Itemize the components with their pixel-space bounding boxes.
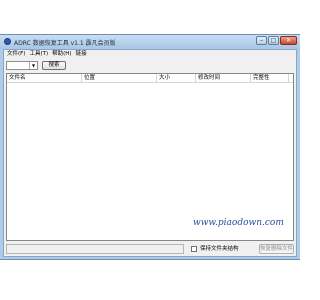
column-modified[interactable]: 修改时间 <box>196 74 251 82</box>
minimize-button[interactable]: – <box>256 36 267 45</box>
close-button[interactable]: ✕ <box>280 36 297 45</box>
app-window: ADRC 数据恢复工具 v1.1 霹凡会员版 – □ ✕ 文件(F) 工具(T)… <box>0 34 300 260</box>
menu-help[interactable]: 帮助(H) <box>52 50 71 59</box>
menu-tools[interactable]: 工具(T) <box>29 50 48 59</box>
column-location[interactable]: 位置 <box>82 74 157 82</box>
menu-links[interactable]: 链接 <box>76 50 87 59</box>
drive-select[interactable]: ▼ <box>6 61 38 70</box>
watermark-text: www.piaodown.com <box>193 218 284 228</box>
chevron-down-icon[interactable]: ▼ <box>29 62 37 69</box>
column-size[interactable]: 大小 <box>157 74 196 82</box>
file-list[interactable]: 文件名 位置 大小 修改时间 完整性 www.piaodown.com <box>6 73 294 241</box>
column-integrity[interactable]: 完整性 <box>251 74 289 82</box>
title-bar[interactable]: ADRC 数据恢复工具 v1.1 霹凡会员版 – □ ✕ <box>0 35 300 49</box>
bottom-bar: 保持文件夹结构 恢复删除文件 <box>4 243 296 256</box>
column-filename[interactable]: 文件名 <box>7 74 82 82</box>
app-logo-icon <box>4 38 11 45</box>
menu-file[interactable]: 文件(F) <box>7 50 25 59</box>
maximize-button[interactable]: □ <box>268 36 279 45</box>
keep-structure-label[interactable]: 保持文件夹结构 <box>200 245 239 253</box>
menu-bar: 文件(F) 工具(T) 帮助(H) 链接 <box>4 50 296 59</box>
status-field <box>6 244 184 254</box>
restore-button[interactable]: 恢复删除文件 <box>259 244 294 254</box>
search-button[interactable]: 搜索 <box>42 61 66 70</box>
window-title: ADRC 数据恢复工具 v1.1 霹凡会员版 <box>14 40 116 47</box>
file-list-header: 文件名 位置 大小 修改时间 完整性 <box>7 74 293 83</box>
toolbar: ▼ 搜索 <box>4 60 296 72</box>
client-area: 文件(F) 工具(T) 帮助(H) 链接 ▼ 搜索 文件名 位置 大小 修改时间… <box>3 49 297 257</box>
keep-structure-checkbox[interactable] <box>191 246 197 252</box>
window-controls: – □ ✕ <box>256 36 297 45</box>
